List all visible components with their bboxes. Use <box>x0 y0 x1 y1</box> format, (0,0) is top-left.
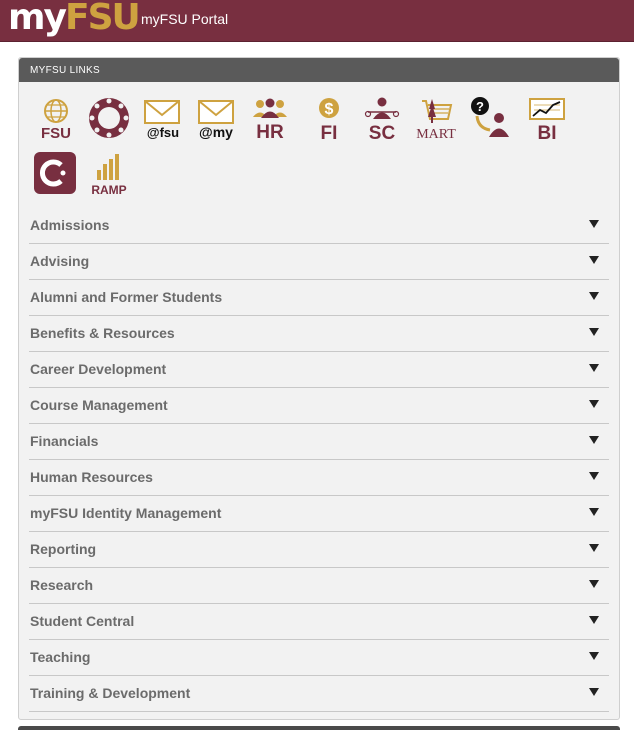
triangle-down-icon[interactable] <box>589 220 599 228</box>
triangle-down-icon[interactable] <box>589 364 599 372</box>
menu-item-label: Alumni and Former Students <box>30 289 223 305</box>
triangle-down-icon[interactable] <box>589 256 599 264</box>
menu-item-course-management[interactable]: Course Management <box>29 388 609 424</box>
menu-item-label: Course Management <box>30 397 168 413</box>
sc-icon-text: SC <box>369 123 396 141</box>
menu-item-label: Student Central <box>30 613 135 629</box>
menu-item-student-central[interactable]: Student Central <box>29 604 609 640</box>
triangle-down-icon[interactable] <box>589 616 599 624</box>
sc-student-icon[interactable]: SC <box>360 97 404 141</box>
menu-item-teaching[interactable]: Teaching <box>29 640 609 676</box>
triangle-down-icon[interactable] <box>589 544 599 552</box>
fsu-globe-icon[interactable]: FSU <box>34 97 78 141</box>
menu-item-label: Advising <box>30 253 90 269</box>
bi-chart-icon[interactable]: BI <box>525 97 569 141</box>
mart-cart-icon[interactable]: MART <box>414 97 458 141</box>
triangle-down-icon[interactable] <box>589 508 599 516</box>
fi-dollar-icon[interactable]: $ FI <box>307 97 351 141</box>
canvas-c-icon[interactable] <box>34 152 78 196</box>
triangle-down-icon[interactable] <box>589 328 599 336</box>
menu-item-label: Human Resources <box>30 469 153 485</box>
menu-item-human-resources[interactable]: Human Resources <box>29 460 609 496</box>
menu-item-reporting[interactable]: Reporting <box>29 532 609 568</box>
mart-icon-text: MART <box>416 127 456 141</box>
bi-icon-text: BI <box>538 123 557 141</box>
triangle-down-icon[interactable] <box>589 688 599 696</box>
menu-item-label: Benefits & Resources <box>30 325 175 341</box>
menu-item-label: Career Development <box>30 361 167 377</box>
triangle-down-icon[interactable] <box>589 400 599 408</box>
hr-people-icon[interactable]: HR <box>248 97 292 141</box>
next-panel-header <box>18 726 620 730</box>
menu-item-label: myFSU Identity Management <box>30 505 222 521</box>
logo-fsu-text: FSU <box>64 0 141 38</box>
myfsu-logo[interactable]: myFSU <box>8 0 141 38</box>
menu-item-label: Admissions <box>30 217 110 233</box>
triangle-down-icon[interactable] <box>589 652 599 660</box>
menu-item-label: Reporting <box>30 541 97 557</box>
menu-item-label: Training & Development <box>30 685 191 701</box>
portal-title: myFSU Portal <box>141 11 229 27</box>
myfsu-links-panel: MYFSU LINKS FSU @fsu @my HR $ FI SC MART… <box>18 57 620 720</box>
menu-item-admissions[interactable]: Admissions <box>29 208 609 244</box>
ramp-icon-text: RAMP <box>91 183 126 196</box>
links-accordion: Admissions Advising Alumni and Former St… <box>29 208 609 712</box>
triangle-down-icon[interactable] <box>589 580 599 588</box>
fi-icon-text: FI <box>321 123 338 141</box>
svg-text:$: $ <box>325 101 334 118</box>
panel-header: MYFSU LINKS <box>19 58 619 82</box>
logo-my-text: my <box>8 0 67 38</box>
help-support-icon[interactable]: ? <box>468 96 512 140</box>
hr-icon-text: HR <box>256 122 284 141</box>
triangle-down-icon[interactable] <box>589 436 599 444</box>
fsu-mail-icon[interactable]: @fsu <box>140 97 184 141</box>
canvas-ring-icon[interactable] <box>87 96 131 140</box>
svg-text:?: ? <box>476 99 484 114</box>
fsu-icon-text: FSU <box>41 125 71 141</box>
menu-item-training[interactable]: Training & Development <box>29 676 609 712</box>
menu-item-identity-management[interactable]: myFSU Identity Management <box>29 496 609 532</box>
ramp-bars-icon[interactable]: RAMP <box>87 152 131 196</box>
my-mail-icon[interactable]: @my <box>194 97 238 141</box>
triangle-down-icon[interactable] <box>589 292 599 300</box>
menu-item-research[interactable]: Research <box>29 568 609 604</box>
mail-fsu-text: @fsu <box>147 125 179 140</box>
menu-item-label: Research <box>30 577 94 593</box>
menu-item-financials[interactable]: Financials <box>29 424 609 460</box>
menu-item-career[interactable]: Career Development <box>29 352 609 388</box>
menu-item-benefits[interactable]: Benefits & Resources <box>29 316 609 352</box>
menu-item-advising[interactable]: Advising <box>29 244 609 280</box>
mail-my-text: @my <box>199 124 233 140</box>
triangle-down-icon[interactable] <box>589 472 599 480</box>
top-header-bar: myFSU myFSU Portal <box>0 0 634 42</box>
menu-item-label: Financials <box>30 433 99 449</box>
menu-item-alumni[interactable]: Alumni and Former Students <box>29 280 609 316</box>
quick-links-icons: FSU @fsu @my HR $ FI SC MART ? BI RAMP <box>19 82 619 202</box>
menu-item-label: Teaching <box>30 649 91 665</box>
